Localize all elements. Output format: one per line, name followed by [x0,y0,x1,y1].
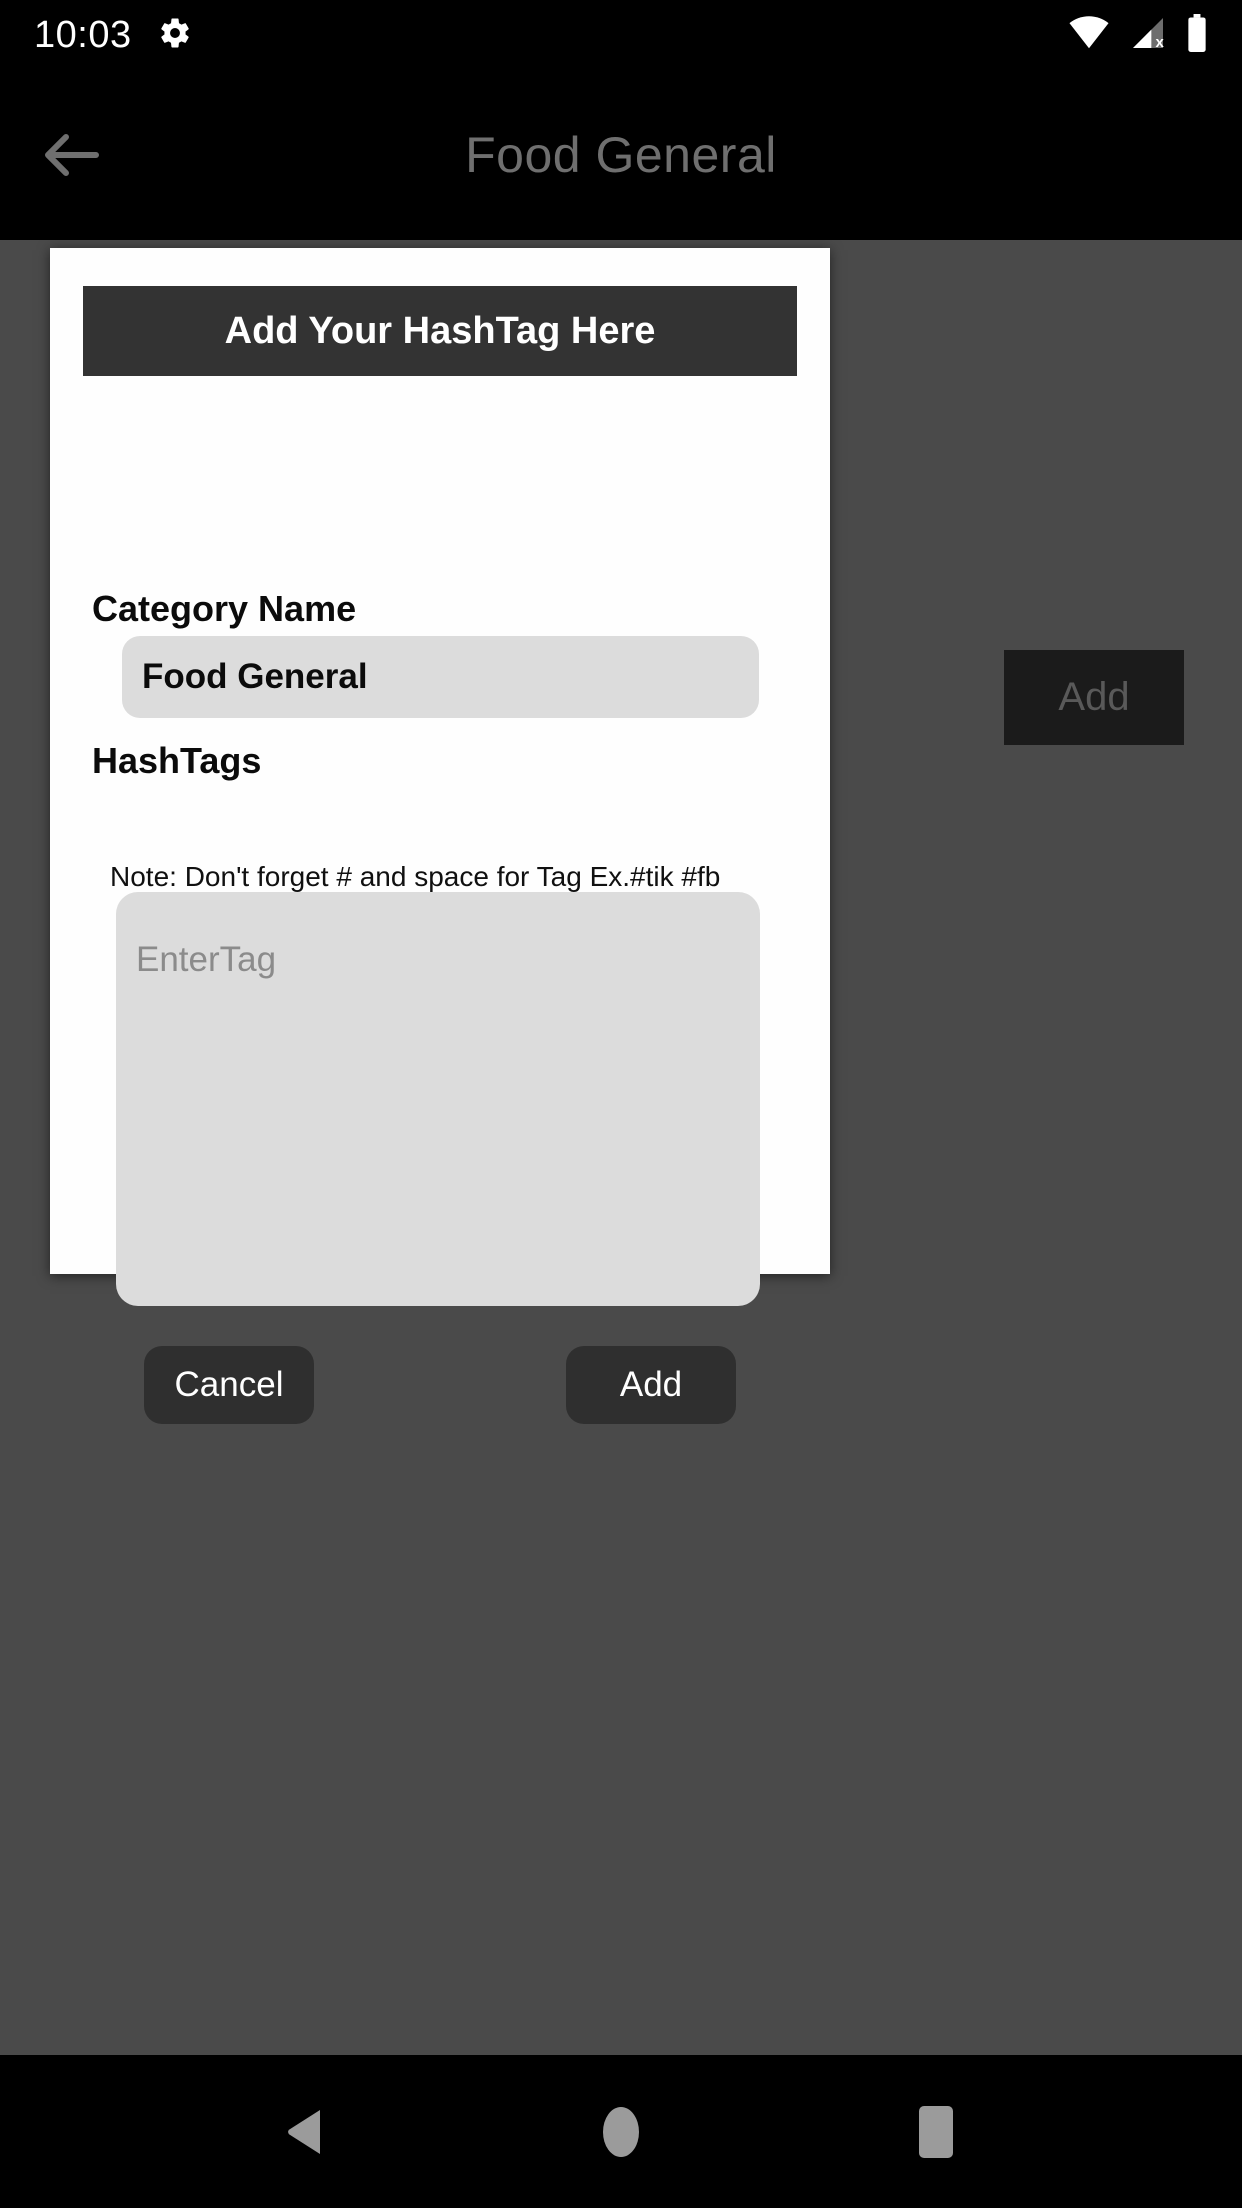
svg-text:x: x [1156,34,1165,50]
background-add-button[interactable]: Add [1004,650,1184,745]
system-navigation-bar [0,2055,1242,2208]
hashtags-label: HashTags [92,740,262,781]
page-title: Food General [465,127,777,183]
status-bar: 10:03 x [0,0,1242,70]
nav-recents-square-icon[interactable] [901,2097,971,2167]
app-bar: Food General [0,70,1242,240]
battery-icon [1186,13,1208,57]
nav-home-circle-icon[interactable] [586,2097,656,2167]
category-name-input[interactable]: Food General [122,636,759,718]
cellular-no-sim-icon: x [1128,16,1168,55]
category-name-value: Food General [142,657,368,696]
wifi-icon [1068,15,1110,55]
dialog-header: Add Your HashTag Here [83,286,797,376]
add-button[interactable]: Add [566,1346,736,1424]
tag-input[interactable]: EnterTag [116,892,760,1306]
status-bar-right: x [1068,13,1208,57]
nav-buttons [271,2097,971,2167]
status-clock: 10:03 [34,13,132,56]
cancel-button[interactable]: Cancel [144,1346,314,1424]
gear-icon [158,16,192,55]
dialog-title: Add Your HashTag Here [224,309,656,352]
tag-input-placeholder: EnterTag [136,940,277,979]
nav-back-triangle-icon[interactable] [271,2097,341,2167]
add-hashtag-dialog: Add Your HashTag Here Category Name Food… [50,248,830,1424]
phone-screen: 10:03 x Food General Add Add Your HashTa… [0,0,1242,2208]
category-name-label: Category Name [92,588,357,629]
hashtags-note: Note: Don't forget # and space for Tag E… [110,861,721,892]
status-bar-left: 10:03 [34,14,192,57]
